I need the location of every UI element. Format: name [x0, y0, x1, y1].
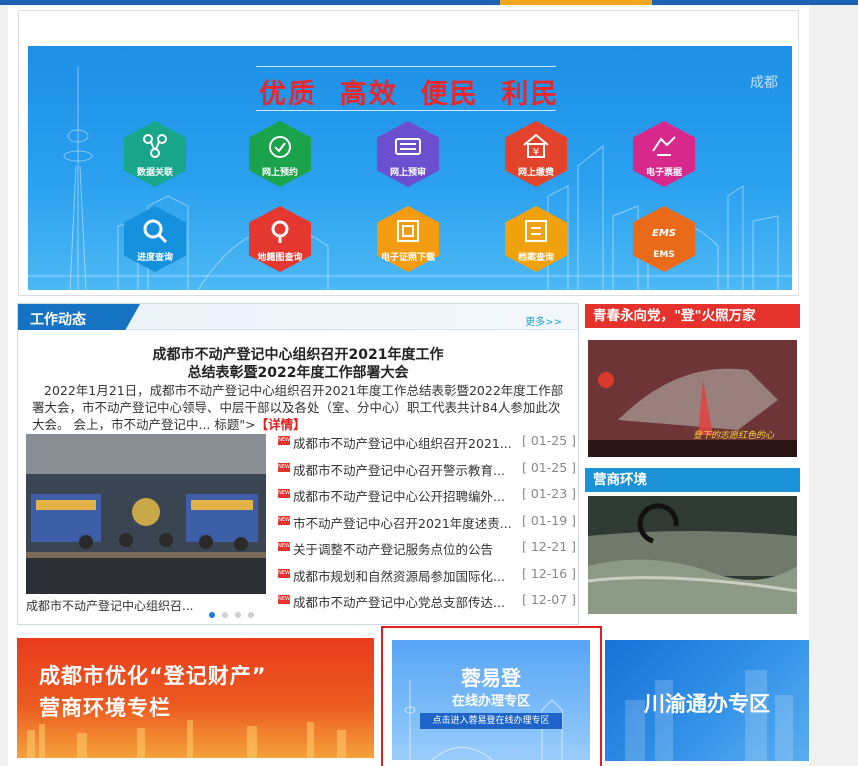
news-tab-title: 工作动态	[30, 312, 86, 328]
rongyideng-enter-button[interactable]: 点击进入蓉易登在线办理专区	[420, 713, 562, 729]
news-item-title[interactable]: 成都市不动产登记中心召开警示教育...	[293, 460, 513, 479]
news-item-date: [ 01-19 ]	[521, 512, 576, 528]
news-list-item[interactable]: NEW 成都市不动产登记中心党总支部传达... [ 12-07 ]	[278, 591, 576, 618]
youth-video[interactable]: 登下的志愿红色的心	[588, 340, 797, 457]
house-yen-icon: ¥	[523, 133, 549, 158]
page-content: 优质 高效 便民 利民 成都 数据关联 网上预约 网上预审 ¥ 网上缴费 电子票…	[8, 5, 809, 766]
meeting-photo	[26, 434, 266, 594]
headline-title-line1[interactable]: 成都市不动产登记中心组织召开2021年度工作	[18, 344, 578, 364]
column-banner-line1: 成都市优化“登记财产”	[39, 664, 267, 688]
business-section-title[interactable]: 营商环境	[585, 468, 800, 492]
service-progress-query[interactable]: 进度查询	[124, 206, 186, 272]
youth-section-title[interactable]: 青春永向党，"登"火照万家	[585, 304, 800, 328]
service-ems[interactable]: EMS EMS	[633, 206, 695, 272]
service-banner-frame: 优质 高效 便民 利民 成都 数据关联 网上预约 网上预审 ¥ 网上缴费 电子票…	[18, 10, 799, 296]
photo-caption[interactable]: 成都市不动产登记中心组织召...	[26, 597, 206, 614]
slogan-rule	[256, 66, 556, 67]
news-more-link[interactable]: 更多>>	[525, 313, 562, 328]
news-photo[interactable]	[26, 434, 266, 594]
youth-video-caption: 登下的志愿红色的心	[693, 431, 775, 441]
news-item-title[interactable]: 成都市规划和自然资源局参加国际化...	[293, 566, 513, 585]
banner-slogan: 优质 高效 便民 利民	[259, 79, 560, 110]
new-badge: NEW	[278, 436, 290, 445]
news-item-date: [ 01-23 ]	[521, 486, 576, 501]
keyboard-icon	[395, 138, 421, 155]
news-list-item[interactable]: NEW 成都市规划和自然资源局参加国际化... [ 12-16 ]	[278, 565, 576, 592]
news-item-date: [ 12-21 ]	[521, 539, 576, 554]
new-badge: NEW	[278, 462, 290, 472]
carousel-dot[interactable]	[209, 612, 215, 618]
service-data-link[interactable]: 数据关联	[124, 121, 186, 187]
sichuan-chongqing-title: 川渝通办专区	[644, 692, 770, 716]
news-list-item[interactable]: NEW 成都市不动产登记中心组织召开2021... [ 01-25 ]	[278, 432, 576, 459]
rongyideng-title: 蓉易登	[461, 666, 521, 690]
news-item-date: [ 12-07 ]	[521, 592, 576, 607]
service-cadastral-map[interactable]: 地籍图查询	[249, 206, 311, 272]
work-news-panel: 工作动态 更多>> 成都市不动产登记中心组织召开2021年度工作 总结表彰暨20…	[17, 303, 579, 625]
news-list-item[interactable]: NEW 市不动产登记中心召开2021年度述责... [ 01-19 ]	[278, 512, 576, 539]
certificate-icon	[397, 220, 419, 242]
service-online-appointment[interactable]: 网上预约	[249, 121, 311, 187]
news-list: NEW 成都市不动产登记中心组织召开2021...[ 01-25 ] NEW 成都市…	[278, 432, 576, 618]
headline-title-line2[interactable]: 总结表彰暨2022年度工作部署大会	[18, 362, 578, 382]
news-item-title[interactable]: 关于调整不动产登记服务点位的公告	[293, 539, 513, 558]
detail-link[interactable]: 【详情】	[256, 417, 306, 432]
ems-icon: EMS	[652, 228, 676, 239]
new-badge: NEW	[278, 595, 290, 604]
news-list-item[interactable]: NEW 成都市不动产登记中心公开招聘编外... [ 01-23 ]	[278, 485, 576, 512]
chengdu-logo: 成都	[750, 75, 778, 91]
service-banner: 优质 高效 便民 利民 成都 数据关联 网上预约 网上预审 ¥ 网上缴费 电子票…	[28, 46, 792, 290]
column-banner-line2: 营商环境专栏	[39, 696, 171, 720]
sichuan-chongqing-banner[interactable]: 川渝通办专区	[605, 640, 809, 761]
alarm-clock-icon	[269, 136, 291, 158]
carousel-dots	[209, 603, 261, 622]
news-item-title[interactable]: 成都市不动产登记中心党总支部传达...	[293, 592, 513, 611]
svg-text:EMS: EMS	[652, 228, 676, 239]
news-list-item[interactable]: NEW 关于调整不动产登记服务点位的公告 [ 12-21 ]	[278, 538, 576, 565]
map-pin-icon	[271, 220, 289, 243]
service-e-certificate[interactable]: 电子证照下载	[377, 206, 439, 272]
slogan-rule	[256, 110, 556, 111]
news-item-date: [ 01-25 ]	[521, 459, 576, 475]
rongyideng-subtitle: 在线办理专区	[451, 694, 530, 709]
carousel-dot[interactable]	[235, 612, 241, 618]
news-list-item[interactable]: NEW 成都市不动产登记中心召开警示教育... [ 01-25 ]	[278, 459, 576, 486]
business-video-frame	[588, 496, 797, 614]
news-item-title[interactable]: 成都市不动产登记中心公开招聘编外...	[293, 486, 513, 505]
news-item-title[interactable]: 市不动产登记中心召开2021年度述责...	[293, 513, 513, 532]
news-item-title[interactable]: 成都市不动产登记中心组织召开2021...	[293, 433, 513, 452]
news-item-date: [ 01-25 ]	[521, 433, 576, 448]
carousel-dot[interactable]	[222, 612, 228, 618]
carousel-dot[interactable]	[248, 612, 254, 618]
ticket-icon	[652, 136, 676, 156]
svg-text:¥: ¥	[533, 147, 539, 158]
headline-summary: 2022年1月21日，成都市不动产登记中心组织召开2021年度工作总结表彰暨20…	[32, 382, 564, 433]
new-badge: NEW	[278, 568, 290, 578]
property-registration-column-banner[interactable]: 成都市优化“登记财产” 营商环境专栏	[17, 638, 374, 758]
magnifier-icon	[143, 219, 168, 244]
business-video[interactable]	[588, 496, 797, 614]
new-badge: NEW	[278, 489, 290, 498]
new-badge: NEW	[278, 542, 290, 551]
service-e-invoice[interactable]: 电子票据	[633, 121, 695, 187]
service-online-precheck[interactable]: 网上预审	[377, 121, 439, 187]
rongyideng-online-banner[interactable]: 蓉易登 在线办理专区 点击进入蓉易登在线办理专区	[392, 640, 590, 760]
archive-icon	[525, 220, 547, 242]
service-archive-query[interactable]: 档案查询	[505, 206, 567, 272]
new-badge: NEW	[278, 515, 290, 525]
news-item-date: [ 12-16 ]	[521, 565, 576, 581]
service-online-payment[interactable]: ¥ 网上缴费	[505, 121, 567, 187]
news-header: 工作动态 更多>>	[18, 304, 578, 330]
share-icon	[143, 134, 167, 158]
